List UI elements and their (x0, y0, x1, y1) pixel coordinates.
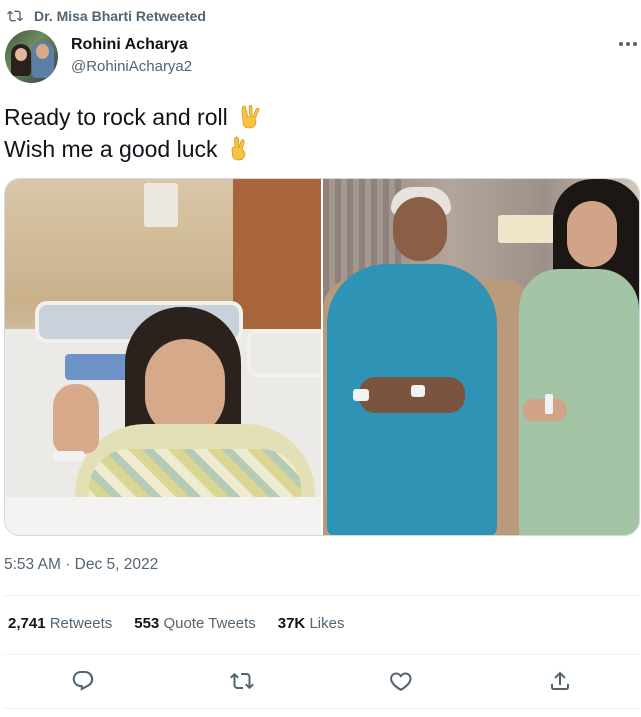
timestamp-separator: · (65, 556, 71, 573)
divider (4, 654, 640, 655)
likes-count: 37K (277, 615, 306, 632)
tweet-stats: 2,741 Retweets 553 Quote Tweets 37K Like… (8, 615, 344, 632)
likes-label: Likes (309, 615, 345, 632)
retweets-label: Retweets (49, 615, 113, 632)
tweet-line-1: Ready to rock and roll (4, 104, 228, 130)
like-icon[interactable] (386, 666, 416, 696)
divider (4, 595, 640, 596)
share-icon[interactable] (545, 666, 575, 696)
quote-tweets-count: 553 (134, 615, 160, 632)
reply-icon[interactable] (68, 666, 98, 696)
author-name[interactable]: Rohini Acharya (71, 36, 188, 54)
quote-tweets-stat[interactable]: 553 Quote Tweets (134, 615, 255, 632)
more-options-icon[interactable] (616, 34, 640, 54)
likes-stat[interactable]: 37K Likes (278, 615, 345, 632)
retweet-icon[interactable] (227, 666, 257, 696)
victory-hand-emoji-icon (238, 104, 262, 130)
crossed-fingers-emoji-icon (227, 136, 251, 162)
quote-tweets-label: Quote Tweets (163, 615, 256, 632)
retweet-context: Dr. Misa Bharti Retweeted (6, 7, 206, 25)
retweet-context-text[interactable]: Dr. Misa Bharti Retweeted (34, 8, 206, 24)
author-handle[interactable]: @RohiniAcharya2 (71, 58, 192, 75)
retweets-count: 2,741 (8, 615, 46, 632)
avatar[interactable] (5, 30, 58, 83)
photo-hospital-bed[interactable] (5, 179, 321, 535)
divider (4, 708, 640, 709)
tweet-timestamp[interactable]: 5:53 AM · Dec 5, 2022 (4, 556, 158, 574)
tweet-text: Ready to rock and roll Wish me a good lu… (4, 101, 262, 165)
tweet-media[interactable] (4, 178, 640, 536)
photo-hospital-room[interactable] (323, 179, 639, 535)
tweet-date: Dec 5, 2022 (74, 556, 159, 573)
tweet-actions (4, 666, 640, 696)
tweet-time: 5:53 AM (4, 556, 61, 573)
tweet-line-2: Wish me a good luck (4, 136, 218, 162)
retweets-stat[interactable]: 2,741 Retweets (8, 615, 112, 632)
retweet-icon (6, 8, 24, 24)
